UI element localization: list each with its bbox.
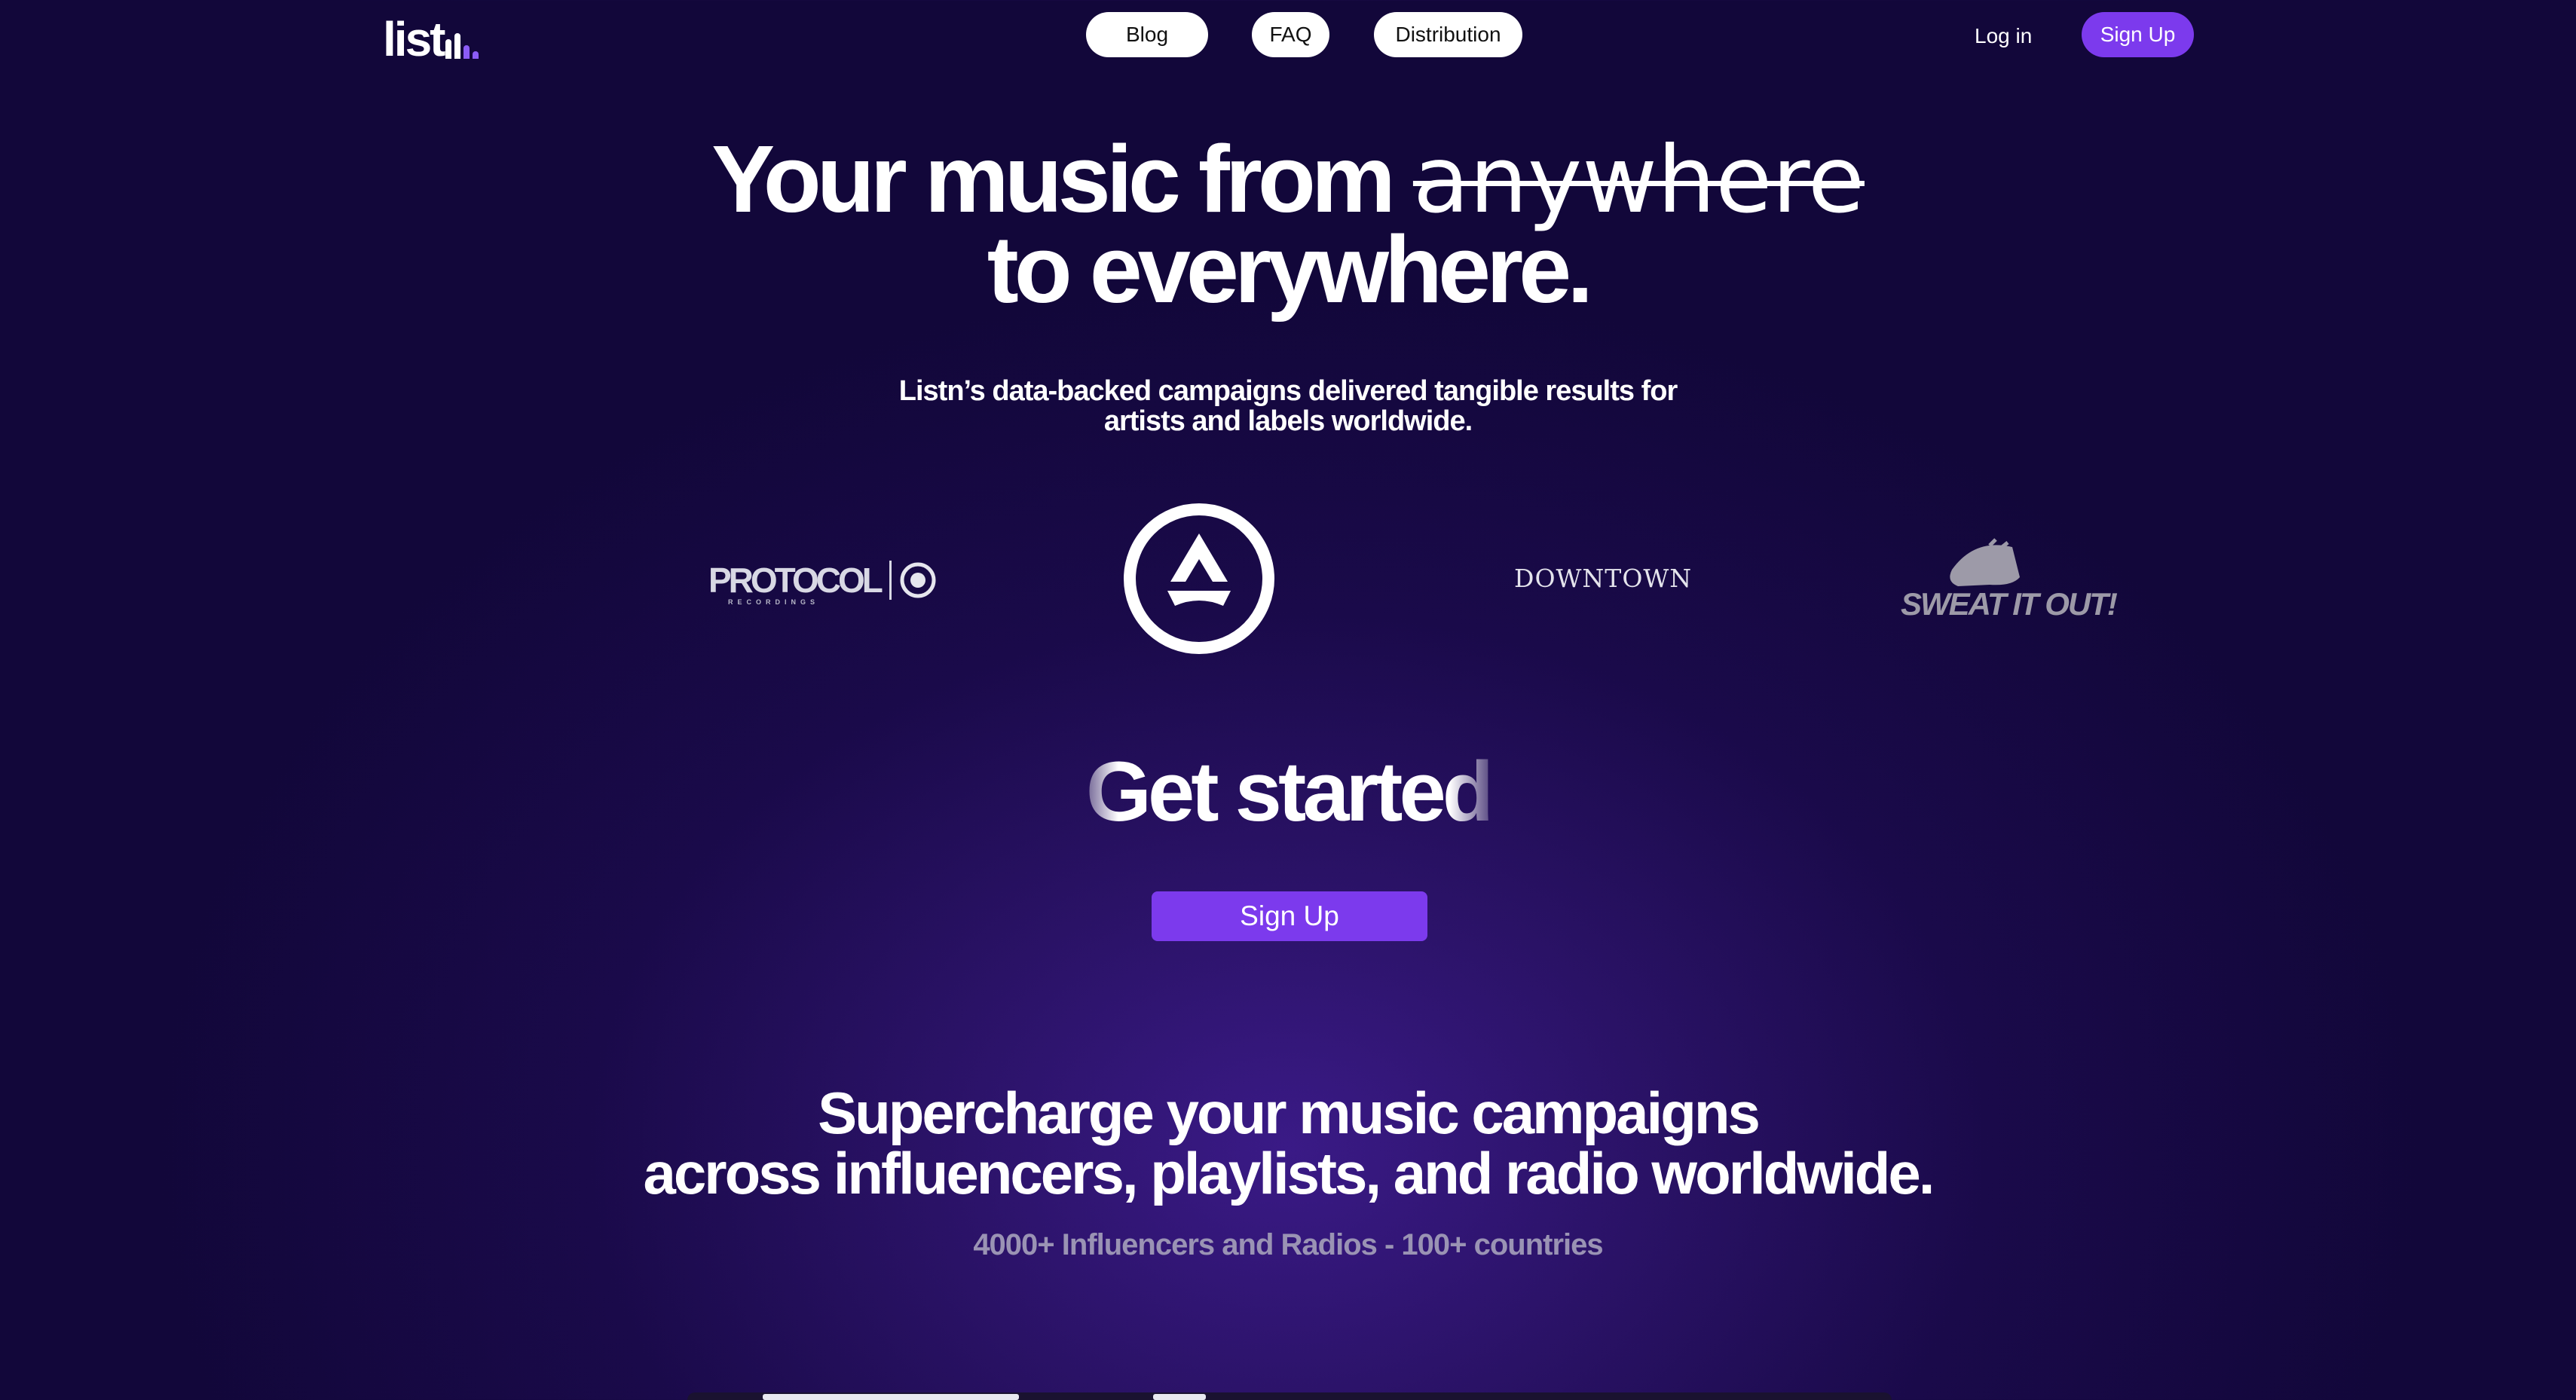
logo-wordmark: list xyxy=(383,12,445,66)
protocol-target-icon xyxy=(900,562,936,598)
logo-bars-icon xyxy=(445,33,479,59)
sweat-it-out-wordmark: SWEAT IT OUT! xyxy=(1901,586,2118,622)
supercharge-heading-line-1: Supercharge your music campaigns xyxy=(818,1080,1761,1146)
protocol-divider xyxy=(889,561,892,600)
nav-distribution-link[interactable]: Distribution xyxy=(1374,12,1522,57)
login-link[interactable]: Log in xyxy=(1975,21,2032,51)
listn-logo[interactable]: list xyxy=(383,11,479,63)
downtown-logo: DOWNTOWN xyxy=(1514,564,1693,593)
protocol-wordmark: PROTOCOL RECORDINGS xyxy=(708,561,883,606)
nav-faq-link[interactable]: FAQ xyxy=(1252,12,1329,57)
preview-tab xyxy=(763,1394,1019,1400)
signup-cta-button[interactable]: Sign Up xyxy=(1152,891,1427,941)
top-navigation: list Blog FAQ Distribution Log in Sign U… xyxy=(0,0,2576,75)
nav-blog-link[interactable]: Blog xyxy=(1086,12,1208,57)
hero-title-line-2: to everywhere. xyxy=(987,216,1593,322)
hero-title-line-1: Your music from anywhere xyxy=(0,132,2576,227)
protocol-text: PROTOCOL xyxy=(708,561,883,600)
coverage-stat-text: 4000+ Influencers and Radios - 100+ coun… xyxy=(973,1228,1603,1261)
center-label-logo-icon xyxy=(1124,503,1274,654)
supercharge-heading-line-2: across influencers, playlists, and radio… xyxy=(643,1140,1935,1206)
protocol-recordings-logo: PROTOCOL RECORDINGS xyxy=(708,558,937,606)
hero-subtitle-line-1: Listn’s data-backed campaigns delivered … xyxy=(898,375,1678,407)
hero-subtitle-line-2: artists and labels worldwide. xyxy=(1103,405,1473,437)
get-started-text: Get started xyxy=(1085,744,1494,839)
protocol-subtext: RECORDINGS xyxy=(728,598,820,606)
get-started-heading: Get started xyxy=(0,750,2576,834)
signup-button-header[interactable]: Sign Up xyxy=(2082,12,2194,57)
preview-tab xyxy=(1153,1394,1206,1400)
